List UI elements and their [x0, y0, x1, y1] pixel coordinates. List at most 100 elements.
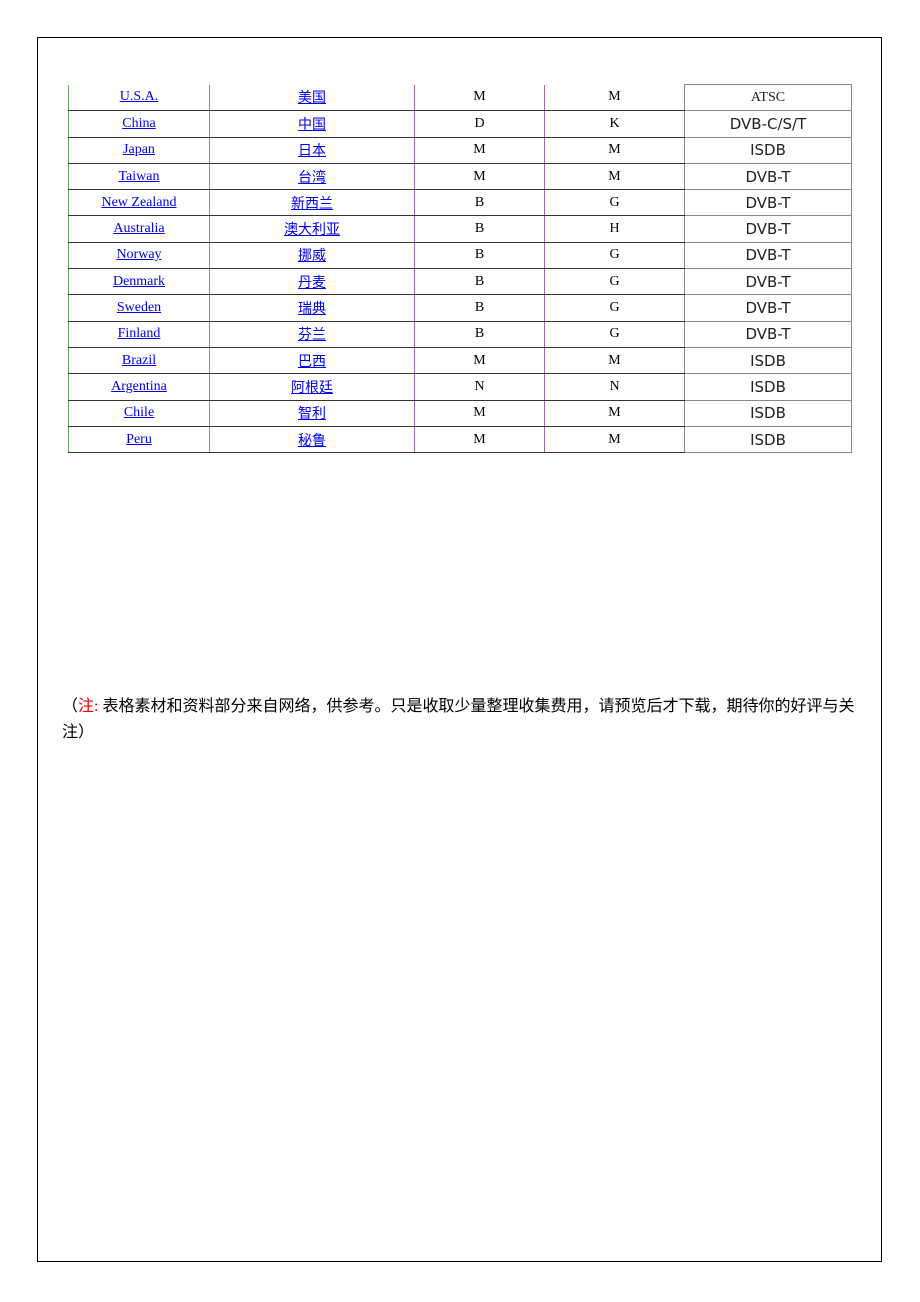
digital-standard-cell: DVB-T [684, 294, 852, 322]
system-cell: M [414, 347, 545, 375]
table-row: U.S.A. 美国 M M ATSC [68, 83, 852, 112]
system2-cell: G [544, 321, 685, 348]
note-text: 表格素材和资料部分来自网络，供参考。只是收取少量整理收集费用，请预览后才下载，期… [62, 698, 855, 741]
country-zh-cell: 阿根廷 [209, 373, 415, 401]
table-row: Japan 日本 M M ISDB [68, 136, 852, 164]
country-zh-cell: 秘鲁 [209, 426, 415, 454]
table-row: Chile 智利 M M ISDB [68, 399, 852, 427]
system2-cell: M [544, 400, 685, 427]
system-cell: B [414, 215, 545, 243]
country-zh-link[interactable]: 巴西 [298, 355, 326, 370]
country-en-link[interactable]: Japan [123, 142, 155, 157]
table-row: New Zealand 新西兰 B G DVB-T [68, 189, 852, 217]
system-cell: B [414, 294, 545, 322]
country-zh-cell: 挪威 [209, 242, 415, 270]
country-zh-cell: 智利 [209, 400, 415, 427]
note-open: （ [62, 698, 79, 715]
country-zh-link[interactable]: 台湾 [298, 171, 326, 186]
digital-standard-cell: DVB-T [684, 189, 852, 217]
country-en-cell: Sweden [68, 294, 210, 322]
country-en-link[interactable]: Chile [124, 405, 154, 420]
country-en-link[interactable]: Australia [113, 221, 164, 236]
country-zh-link[interactable]: 智利 [298, 407, 326, 422]
country-zh-cell: 中国 [209, 110, 415, 138]
digital-standard-cell: DVB-T [684, 162, 852, 191]
system2-cell: M [544, 347, 685, 375]
country-en-link[interactable]: Denmark [113, 274, 165, 289]
digital-standard-cell: ISDB [684, 425, 852, 454]
country-zh-cell: 澳大利亚 [209, 215, 415, 243]
table-row: China 中国 D K DVB-C/S/T [68, 110, 852, 138]
country-zh-link[interactable]: 挪威 [298, 249, 326, 264]
digital-standard-cell: DVB-T [684, 268, 852, 296]
table-row: Peru 秘鲁 M M ISDB [68, 425, 852, 454]
country-zh-link[interactable]: 美国 [298, 91, 326, 106]
country-zh-link[interactable]: 中国 [298, 118, 326, 133]
table-row: Finland 芬兰 B G DVB-T [68, 320, 852, 348]
country-en-link[interactable]: Taiwan [118, 169, 159, 184]
system-cell: B [414, 189, 545, 217]
digital-standard-cell: DVB-C/S/T [684, 110, 852, 138]
country-en-link[interactable]: Finland [118, 326, 161, 341]
system2-cell: M [544, 84, 685, 112]
country-zh-cell: 美国 [209, 84, 415, 112]
table-row: Sweden 瑞典 B G DVB-T [68, 294, 852, 322]
system-cell: B [414, 242, 545, 270]
digital-standard-cell: DVB-T [684, 320, 852, 348]
country-tv-standards-table: U.S.A. 美国 M M ATSC China 中国 D K DVB-C/S/T Japan 日本 M… [68, 83, 852, 454]
country-en-link[interactable]: New Zealand [101, 195, 176, 210]
system2-cell: M [544, 426, 685, 454]
country-en-cell: Australia [68, 215, 210, 243]
table-row: Australia 澳大利亚 B H DVB-T [68, 215, 852, 243]
system-cell: N [414, 373, 545, 401]
system2-cell: G [544, 294, 685, 322]
system2-cell: H [544, 215, 685, 243]
country-zh-link[interactable]: 瑞典 [298, 302, 326, 317]
country-en-cell: Argentina [68, 373, 210, 401]
system-cell: M [414, 163, 545, 191]
country-zh-link[interactable]: 阿根廷 [291, 381, 333, 396]
system2-cell: M [544, 163, 685, 191]
table-row: Brazil 巴西 M M ISDB [68, 346, 852, 375]
country-zh-link[interactable]: 澳大利亚 [284, 223, 340, 238]
country-en-cell: China [68, 110, 210, 138]
digital-standard-cell: DVB-T [684, 241, 852, 270]
country-en-link[interactable]: Peru [126, 432, 152, 447]
country-zh-link[interactable]: 芬兰 [298, 328, 326, 343]
country-en-link[interactable]: Sweden [117, 300, 161, 315]
digital-standard-cell: DVB-T [684, 215, 852, 243]
country-zh-cell: 巴西 [209, 347, 415, 375]
digital-standard-cell: ATSC [684, 83, 852, 112]
country-en-cell: Norway [68, 242, 210, 270]
table-row: Taiwan 台湾 M M DVB-T [68, 162, 852, 191]
system-cell: M [414, 137, 545, 164]
country-zh-link[interactable]: 新西兰 [291, 197, 333, 212]
table-row: Norway 挪威 B G DVB-T [68, 241, 852, 270]
country-zh-link[interactable]: 日本 [298, 144, 326, 159]
system2-cell: K [544, 110, 685, 138]
country-zh-link[interactable]: 丹麦 [298, 276, 326, 291]
digital-standard-cell: ISDB [684, 399, 852, 427]
digital-standard-cell: ISDB [684, 136, 852, 164]
note-label: 注: [78, 698, 99, 715]
country-en-cell: Peru [68, 426, 210, 454]
country-en-link[interactable]: U.S.A. [120, 89, 159, 104]
table-row: Denmark 丹麦 B G DVB-T [68, 268, 852, 296]
country-en-link[interactable]: Argentina [111, 379, 167, 394]
digital-standard-cell: ISDB [684, 346, 852, 375]
country-zh-link[interactable]: 秘鲁 [298, 434, 326, 449]
table-row: Argentina 阿根廷 N N ISDB [68, 373, 852, 401]
country-en-link[interactable]: Norway [116, 247, 161, 262]
system-cell: M [414, 426, 545, 454]
country-en-link[interactable]: China [122, 116, 155, 131]
country-en-cell: Denmark [68, 268, 210, 296]
system2-cell: M [544, 137, 685, 164]
country-en-cell: Chile [68, 400, 210, 427]
country-en-cell: Taiwan [68, 163, 210, 191]
country-en-cell: Finland [68, 321, 210, 348]
system2-cell: G [544, 189, 685, 217]
system2-cell: G [544, 268, 685, 296]
country-en-link[interactable]: Brazil [122, 353, 156, 368]
country-zh-cell: 丹麦 [209, 268, 415, 296]
system-cell: M [414, 84, 545, 112]
